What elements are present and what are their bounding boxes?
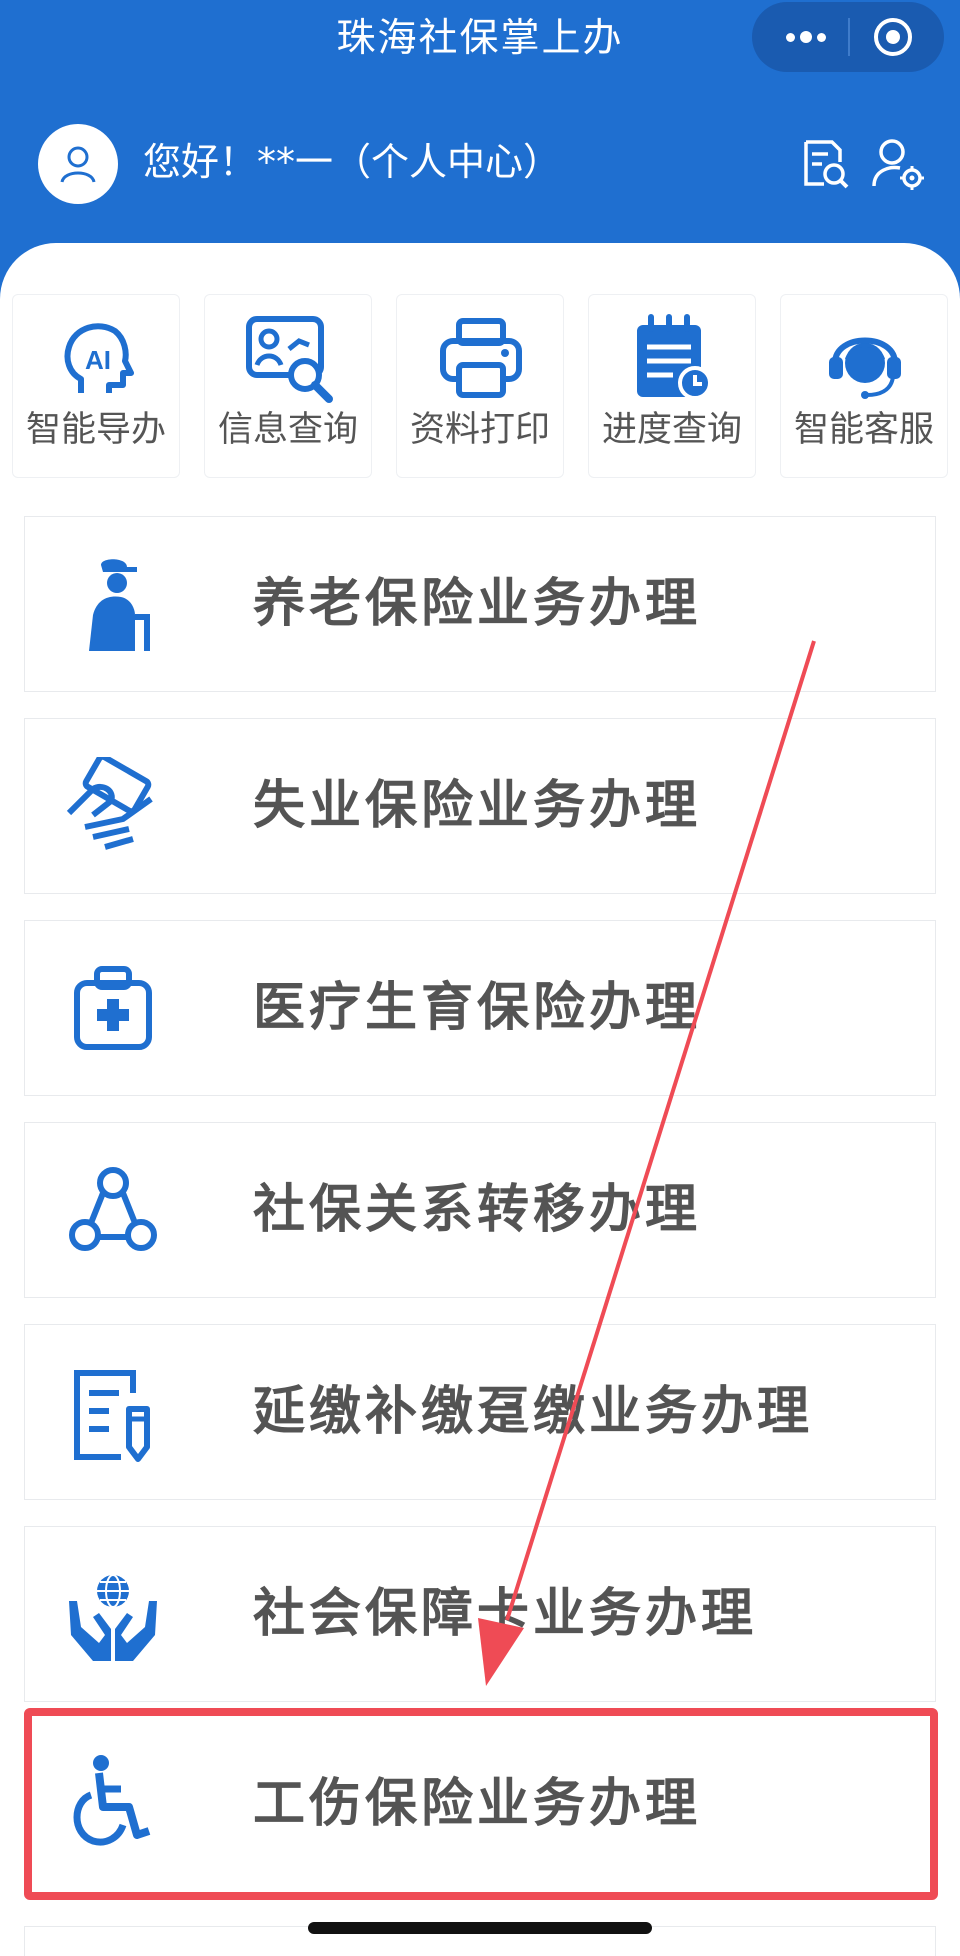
quick-action-info-query[interactable]: 信息查询 <box>204 294 372 478</box>
personal-center-link[interactable]: 您好！**一（个人中心） <box>143 136 561 188</box>
network-transfer-icon <box>69 1167 157 1251</box>
quick-action-label: 智能导办 <box>25 410 166 450</box>
hand-card-icon <box>66 757 153 850</box>
avatar[interactable] <box>38 124 118 204</box>
quick-action-print[interactable]: 资料打印 <box>396 294 564 478</box>
progress-calendar-icon <box>637 314 712 400</box>
globe-hands-icon <box>69 1574 157 1661</box>
service-row-transfer[interactable]: 社保关系转移办理 <box>24 1122 936 1298</box>
service-row-pension[interactable]: 养老保险业务办理 <box>24 516 936 692</box>
quick-action-label: 进度查询 <box>601 410 742 450</box>
service-label: 养老保险业务办理 <box>253 574 702 634</box>
quick-action-label: 资料打印 <box>409 410 550 450</box>
document-pen-icon <box>74 1370 150 1462</box>
printer-icon <box>440 318 522 398</box>
quick-action-customer-service[interactable]: 智能客服 <box>780 294 948 478</box>
quick-action-label: 智能客服 <box>793 410 934 450</box>
user-icon <box>60 146 96 183</box>
search-document-icon[interactable] <box>796 136 852 192</box>
quick-action-label: 信息查询 <box>217 410 358 450</box>
service-row-unemployment[interactable]: 失业保险业务办理 <box>24 718 936 894</box>
quick-action-ai-guide[interactable]: AI 智能导办 <box>12 294 180 478</box>
svg-text:AI: AI <box>85 345 111 375</box>
quick-action-progress[interactable]: 进度查询 <box>588 294 756 478</box>
info-search-icon <box>246 316 333 403</box>
customer-service-icon <box>829 337 901 399</box>
wheelchair-icon <box>73 1755 151 1846</box>
service-label: 工伤保险业务办理 <box>253 1774 702 1834</box>
service-row-work-injury[interactable]: 工伤保险业务办理 <box>24 1714 936 1894</box>
service-row-late-payment[interactable]: 延缴补缴趸缴业务办理 <box>24 1324 936 1500</box>
service-label: 失业保险业务办理 <box>253 776 702 836</box>
service-label: 社会保障卡业务办理 <box>253 1584 758 1644</box>
capsule-divider <box>848 18 850 56</box>
service-label: 医疗生育保险办理 <box>253 978 702 1038</box>
home-indicator <box>308 1922 652 1934</box>
service-label: 延缴补缴趸缴业务办理 <box>253 1382 814 1442</box>
mini-program-capsule <box>752 2 944 72</box>
target-icon[interactable] <box>870 14 916 60</box>
medical-kit-icon <box>74 966 152 1050</box>
ai-head-icon: AI <box>64 323 134 393</box>
service-label: 社保关系转移办理 <box>253 1180 702 1240</box>
more-icon[interactable] <box>776 2 836 72</box>
user-settings-icon[interactable] <box>870 136 926 192</box>
service-row-social-security-card[interactable]: 社会保障卡业务办理 <box>24 1526 936 1702</box>
elderly-person-icon <box>89 559 150 651</box>
service-row-medical[interactable]: 医疗生育保险办理 <box>24 920 936 1096</box>
